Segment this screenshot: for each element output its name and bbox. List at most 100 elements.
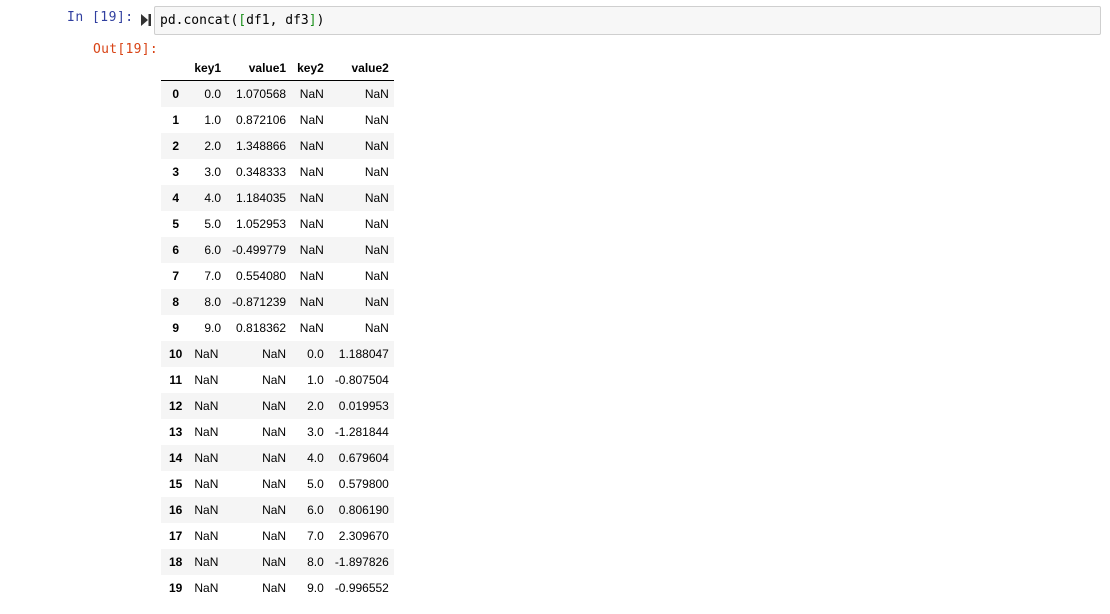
code-function: pd.concat( — [160, 13, 239, 28]
code-bracket-close: ] — [308, 13, 317, 28]
row-index: 9 — [172, 321, 180, 335]
cell-value2: NaN — [364, 321, 389, 335]
row-index: 4 — [172, 191, 180, 205]
cell-key2: 3.0 — [307, 425, 324, 439]
cell-key1: NaN — [194, 555, 219, 569]
table-row: 17 NaN NaN 7.0 2.309670 — [161, 523, 394, 549]
cell-value2: NaN — [364, 295, 389, 309]
cell-key1: NaN — [194, 581, 219, 595]
cell-value1: NaN — [262, 347, 287, 361]
cell-value2: NaN — [364, 217, 389, 231]
column-header: key1 — [188, 56, 227, 81]
row-index: 13 — [169, 425, 183, 439]
column-header: key2 — [291, 56, 329, 81]
table-row: 4 4.0 1.184035 NaN NaN — [161, 185, 394, 211]
cell-value1: 1.184035 — [236, 191, 287, 205]
row-index: 10 — [169, 347, 183, 361]
cell-value1: NaN — [262, 373, 287, 387]
cell-key1: 9.0 — [204, 321, 222, 335]
row-index: 17 — [169, 529, 183, 543]
cell-key1: NaN — [194, 529, 219, 543]
table-row: 8 8.0 -0.871239 NaN NaN — [161, 289, 394, 315]
code-paren-close: ) — [316, 13, 325, 28]
input-prompt: In [19]: — [67, 10, 134, 25]
table-row: 16 NaN NaN 6.0 0.806190 — [161, 497, 394, 523]
cell-key1: NaN — [194, 477, 219, 491]
row-index: 19 — [169, 581, 183, 595]
table-header-row: key1 value1 key2 value2 — [161, 56, 394, 81]
row-index: 3 — [172, 165, 180, 179]
table-row: 3 3.0 0.348333 NaN NaN — [161, 159, 394, 185]
cell-key2: 5.0 — [307, 477, 324, 491]
row-index: 18 — [169, 555, 183, 569]
cell-key2: NaN — [299, 113, 324, 127]
cell-key2: 8.0 — [307, 555, 324, 569]
cell-value1: NaN — [262, 555, 287, 569]
index-header — [161, 56, 189, 81]
row-index: 16 — [169, 503, 183, 517]
cell-value1: 1.070568 — [236, 87, 287, 101]
code-input-area[interactable]: pd.concat([df1, df3]) — [154, 6, 1101, 35]
cell-key1: NaN — [194, 373, 219, 387]
cell-key1: 1.0 — [204, 113, 222, 127]
cell-value2: NaN — [364, 139, 389, 153]
cell-key2: 4.0 — [307, 451, 324, 465]
table-body: 0 0.0 1.070568 NaN NaN 1 1.0 0.872106 NaN NaN 2 2.0… — [161, 80, 394, 601]
row-index: 11 — [169, 373, 183, 387]
table-row: 10 NaN NaN 0.0 1.188047 — [161, 341, 394, 367]
cell-key1: NaN — [194, 425, 219, 439]
cell-value1: NaN — [262, 581, 287, 595]
table-row: 15 NaN NaN 5.0 0.579800 — [161, 471, 394, 497]
cell-key1: 3.0 — [204, 165, 222, 179]
cell-value2: -1.897826 — [334, 555, 389, 569]
cell-value2: 1.188047 — [338, 347, 389, 361]
table-row: 0 0.0 1.070568 NaN NaN — [161, 80, 394, 107]
cell-key2: NaN — [299, 87, 324, 101]
dataframe-table: key1 value1 key2 value2 0 0.0 1.070568 NaN N… — [161, 56, 394, 601]
cell-key1: 2.0 — [204, 139, 222, 153]
cell-value1: -0.871239 — [232, 295, 287, 309]
cell-key1: 0.0 — [204, 87, 222, 101]
row-index: 14 — [169, 451, 183, 465]
cell-value1: 0.554080 — [236, 269, 287, 283]
column-header: value1 — [226, 56, 292, 81]
cell-key2: 1.0 — [307, 373, 324, 387]
row-index: 7 — [172, 269, 180, 283]
cell-key2: NaN — [299, 269, 324, 283]
cell-key2: NaN — [299, 295, 324, 309]
code-args: df1, df3 — [246, 13, 309, 28]
cell-value1: 1.052953 — [236, 217, 287, 231]
cell-key1: NaN — [194, 399, 219, 413]
cell-value1: 0.348333 — [236, 165, 287, 179]
cell-value1: 0.872106 — [236, 113, 287, 127]
cell-value2: 0.679604 — [338, 451, 389, 465]
cell-key1: 7.0 — [204, 269, 222, 283]
cell-key2: NaN — [299, 217, 324, 231]
cell-value2: 0.806190 — [338, 503, 389, 517]
cell-key2: 6.0 — [307, 503, 324, 517]
run-cell-icon[interactable] — [141, 14, 151, 26]
row-index: 5 — [172, 217, 180, 231]
cell-key2: NaN — [299, 243, 324, 257]
cell-key1: NaN — [194, 451, 219, 465]
cell-key2: NaN — [299, 139, 324, 153]
cell-key1: 4.0 — [204, 191, 222, 205]
cell-value2: 0.019953 — [338, 399, 389, 413]
table-row: 5 5.0 1.052953 NaN NaN — [161, 211, 394, 237]
cell-value2: NaN — [364, 165, 389, 179]
cell-value1: NaN — [262, 503, 287, 517]
row-index: 1 — [172, 113, 180, 127]
cell-value1: NaN — [262, 529, 287, 543]
table-row: 19 NaN NaN 9.0 -0.996552 — [161, 575, 394, 601]
row-index: 0 — [172, 87, 180, 101]
code-bracket-open: [ — [238, 13, 247, 28]
row-index: 2 — [172, 139, 180, 153]
cell-value1: -0.499779 — [232, 243, 287, 257]
table-row: 1 1.0 0.872106 NaN NaN — [161, 107, 394, 133]
cell-value1: NaN — [262, 425, 287, 439]
cell-key2: 0.0 — [307, 347, 324, 361]
cell-value2: 2.309670 — [338, 529, 389, 543]
cell-value2: NaN — [364, 191, 389, 205]
table-row: 6 6.0 -0.499779 NaN NaN — [161, 237, 394, 263]
column-header: value2 — [328, 56, 394, 81]
